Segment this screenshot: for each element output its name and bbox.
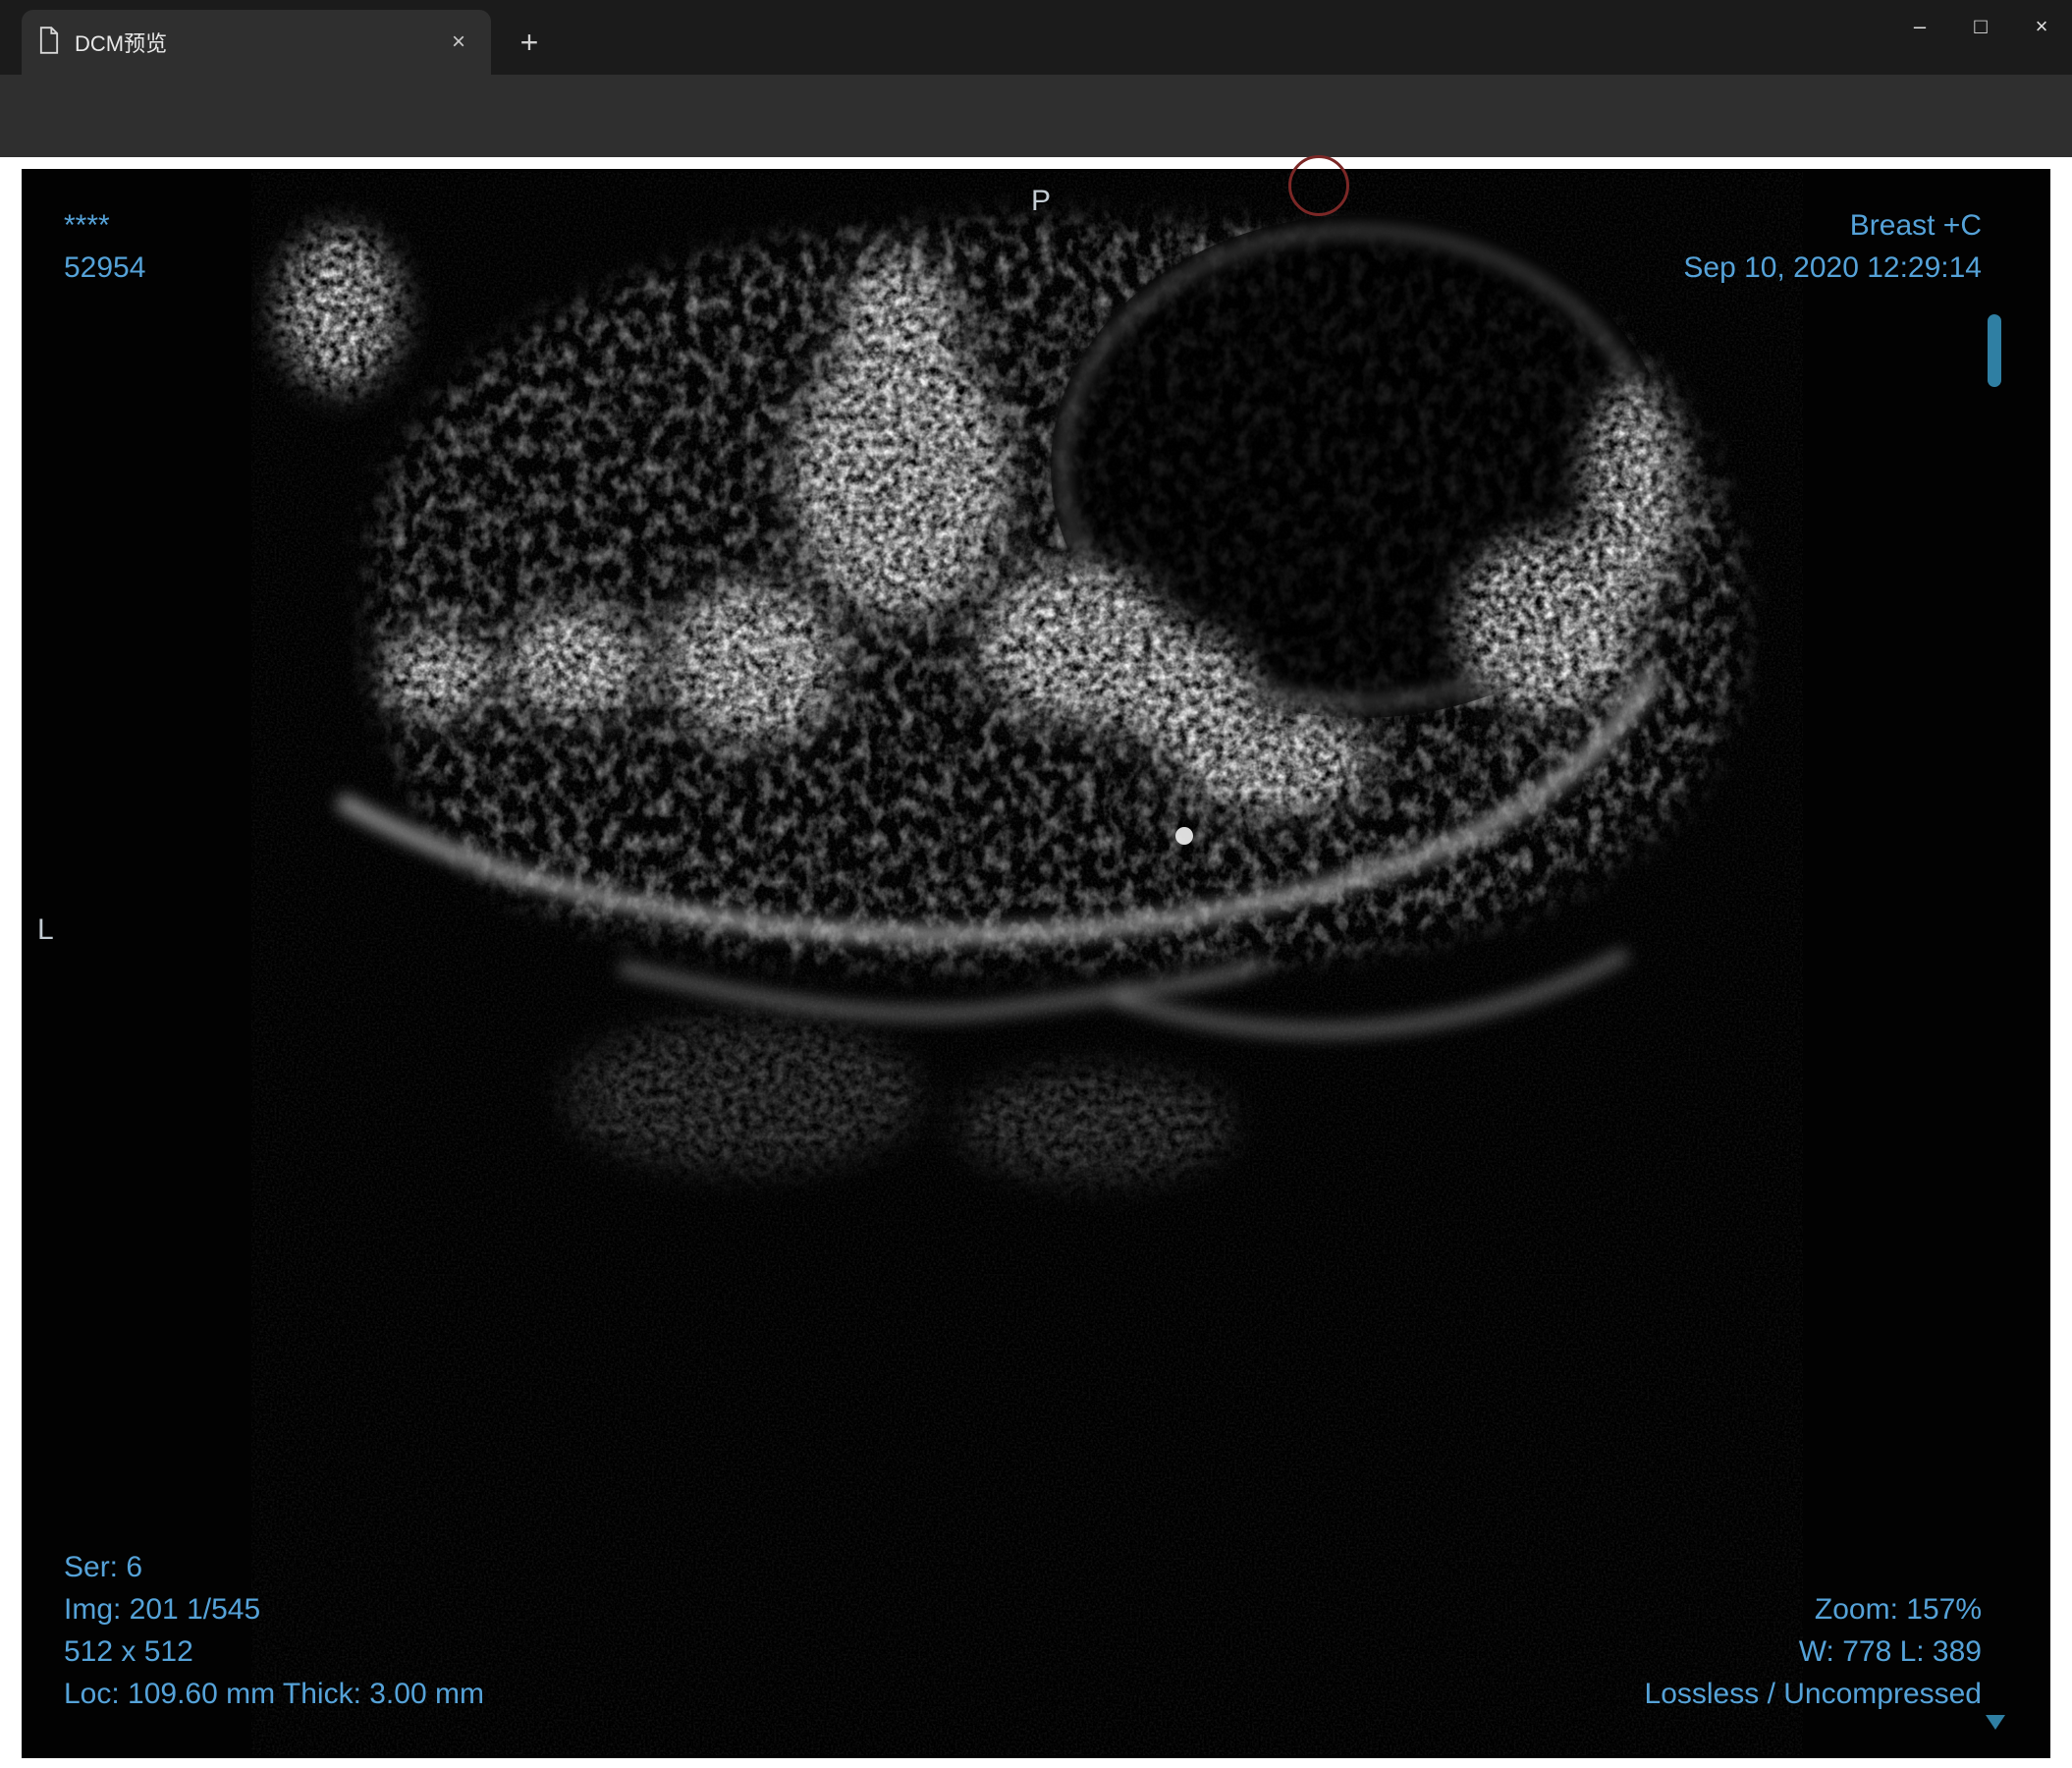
overlay-series-number: Ser: 6 [64,1551,143,1583]
window-maximize-button[interactable]: □ [1950,0,2011,53]
tab-strip: DCM预览 × + – □ × [0,0,2072,75]
overlay-matrix-size: 512 x 512 [64,1635,193,1668]
mri-image [251,172,1803,1755]
navigation-bar: ← ↻ ⌂ https://file.kkview.cn/onlinePrevi… [0,75,2072,219]
overlay-stars: **** [64,209,110,242]
tab-dcm-preview[interactable]: DCM预览 × [22,10,491,75]
overlay-top-right: Breast +C Sep 10, 2020 12:29:14 [1683,204,1982,289]
browser-window: DCM预览 × + – □ × ← ↻ ⌂ https://file.kkvie… [0,0,2072,1768]
overlay-bottom-right: Zoom: 157% W: 778 L: 389 Lossless / Unco… [1645,1588,1982,1715]
tab-close-icon[interactable]: × [442,26,475,59]
tab-title: DCM预览 [75,31,168,56]
overlay-top-left: **** 52954 [64,204,145,289]
overlay-study-datetime: Sep 10, 2020 12:29:14 [1683,251,1982,284]
window-controls: – □ × [1889,0,2072,53]
overlay-study-name: Breast +C [1849,209,1982,242]
new-tab-button[interactable]: + [509,22,550,63]
document-icon [37,26,61,59]
overlay-patient-id: 52954 [64,251,146,284]
scroll-down-arrow-icon[interactable] [1986,1715,2005,1730]
red-circle-annotation [1288,155,1349,216]
orientation-marker-left: L [37,913,54,946]
page-background: **** 52954 Breast +C Sep 10, 2020 12:29:… [0,157,2072,1768]
orientation-marker-posterior: P [1031,185,1052,217]
overlay-bottom-left: Ser: 6 Img: 201 1/545 512 x 512 Loc: 109… [64,1546,484,1715]
overlay-zoom-level: Zoom: 157% [1814,1593,1982,1626]
overlay-image-number: Img: 201 1/545 [64,1593,261,1626]
overlay-window-level: W: 778 L: 389 [1798,1635,1982,1668]
overlay-compression: Lossless / Uncompressed [1644,1678,1982,1710]
overlay-location-thickness: Loc: 109.60 mm Thick: 3.00 mm [64,1678,484,1710]
window-close-button[interactable]: × [2011,0,2072,53]
series-scrollbar-thumb[interactable] [1988,314,2001,387]
window-minimize-button[interactable]: – [1889,0,1950,53]
dicom-viewer[interactable]: **** 52954 Breast +C Sep 10, 2020 12:29:… [22,169,2050,1758]
